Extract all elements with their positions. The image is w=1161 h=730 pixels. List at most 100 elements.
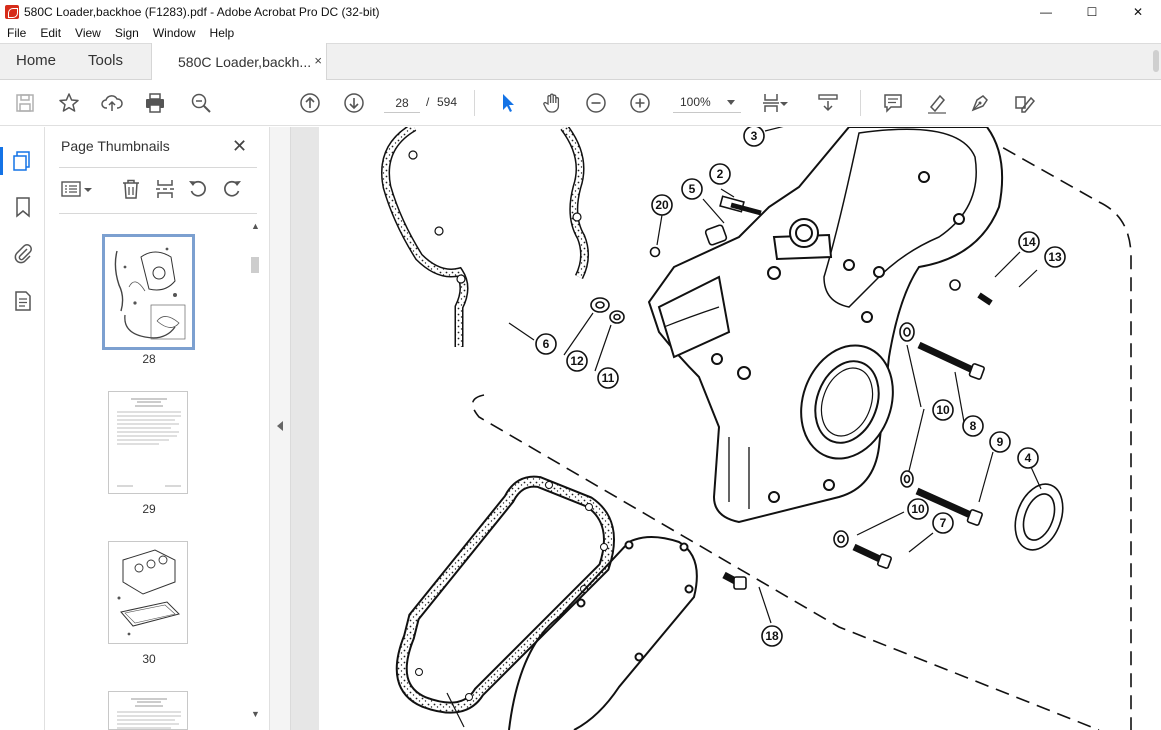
- scroll-thumb[interactable]: [251, 257, 259, 273]
- comment-icon[interactable]: [881, 91, 905, 115]
- svg-text:14: 14: [1022, 235, 1036, 249]
- menu-window[interactable]: Window: [146, 26, 203, 40]
- minimize-button[interactable]: —: [1023, 0, 1069, 23]
- zoom-select[interactable]: 100%: [673, 93, 741, 113]
- attachment-icon[interactable]: [11, 241, 35, 265]
- fill-sign-icon[interactable]: [1012, 91, 1036, 115]
- close-window-button[interactable]: ✕: [1115, 0, 1161, 23]
- tab-bar: Home Tools 580C Loader,backh... ×: [0, 43, 1161, 81]
- tab-document[interactable]: 580C Loader,backh... ×: [151, 43, 327, 81]
- fit-dropdown-chevron-icon[interactable]: [778, 91, 790, 115]
- left-navigation-rail: [0, 127, 45, 730]
- svg-text:4: 4: [1025, 451, 1032, 465]
- toolbar-divider: [474, 90, 475, 116]
- tab-home[interactable]: Home: [16, 52, 56, 69]
- upper-gasket: [381, 127, 589, 347]
- callout-7: 7: [932, 512, 954, 534]
- draw-pen-icon[interactable]: [968, 91, 992, 115]
- save-icon[interactable]: [13, 91, 37, 115]
- page-number-input[interactable]: [384, 93, 420, 113]
- scroll-down-icon[interactable]: ▼: [251, 709, 260, 719]
- callout-4: 4: [1017, 447, 1039, 469]
- callout-3: 3: [743, 127, 765, 147]
- rotate-counterclockwise-icon[interactable]: [186, 177, 210, 201]
- page-thumbnail-31[interactable]: [108, 691, 188, 730]
- thumbnail-drawing: [105, 237, 192, 347]
- star-icon[interactable]: [57, 91, 81, 115]
- title-bar: 580C Loader,backhoe (F1283).pdf - Adobe …: [0, 0, 1161, 23]
- zoom-value: 100%: [680, 95, 711, 109]
- rotate-clockwise-icon[interactable]: [220, 177, 244, 201]
- options-menu-icon[interactable]: [59, 177, 95, 201]
- callout-11: 11: [597, 367, 619, 389]
- select-pointer-icon[interactable]: [496, 91, 520, 115]
- document-viewer[interactable]: 3 2 5 20 6 12 11 14 13 10 8 9 4 10 7 18: [291, 127, 1161, 730]
- close-tab-icon[interactable]: ×: [314, 53, 322, 68]
- menu-view[interactable]: View: [68, 26, 108, 40]
- callout-5: 5: [681, 178, 703, 200]
- insert-page-icon[interactable]: [153, 177, 177, 201]
- menu-sign[interactable]: Sign: [108, 26, 146, 40]
- svg-text:5: 5: [689, 182, 696, 196]
- svg-text:8: 8: [970, 419, 977, 433]
- thumbnail-drawing: [109, 692, 187, 729]
- callout-9: 9: [989, 431, 1011, 453]
- callout-6: 6: [535, 333, 557, 355]
- menu-edit[interactable]: Edit: [33, 26, 68, 40]
- page-total: 594: [437, 95, 458, 109]
- highlight-pen-icon[interactable]: [925, 91, 949, 115]
- exploded-parts-diagram: 3 2 5 20 6 12 11 14 13 10 8 9 4 10 7 18: [381, 127, 1132, 730]
- page-thumbnails-panel: Page Thumbnails ✕ 28 29 30 ▲ ▼: [45, 127, 270, 730]
- collapse-panel-icon[interactable]: [277, 421, 283, 431]
- menu-file[interactable]: File: [0, 26, 33, 40]
- toolbar-divider: [860, 90, 861, 116]
- document-properties-icon[interactable]: [11, 289, 35, 313]
- callout-18: 18: [761, 625, 783, 647]
- zoom-out-icon[interactable]: [584, 91, 608, 115]
- bookmark-icon[interactable]: [11, 195, 35, 219]
- document-tab-label: 580C Loader,backh...: [178, 54, 312, 70]
- delete-page-icon[interactable]: [119, 177, 143, 201]
- scroll-mode-icon[interactable]: [816, 91, 840, 115]
- thumbnail-scrollbar[interactable]: ▲ ▼: [248, 219, 262, 725]
- zoom-search-icon[interactable]: [189, 91, 213, 115]
- print-icon[interactable]: [143, 91, 167, 115]
- zoom-in-icon[interactable]: [628, 91, 652, 115]
- page-thumbnail-28[interactable]: [102, 234, 195, 350]
- thumbnail-drawing: [109, 392, 187, 493]
- main-toolbar: / 594 100%: [0, 80, 1161, 126]
- thumbnail-drawing: [109, 542, 187, 643]
- panel-splitter[interactable]: [270, 127, 291, 730]
- callout-8: 8: [962, 415, 984, 437]
- page-thumbnails-icon[interactable]: [11, 149, 35, 173]
- svg-text:3: 3: [751, 129, 758, 143]
- svg-text:11: 11: [602, 371, 615, 385]
- svg-text:7: 7: [940, 516, 947, 530]
- page-thumbnail-29[interactable]: [108, 391, 188, 494]
- thumbnail-label: 28: [142, 352, 156, 366]
- page-separator: /: [426, 95, 430, 109]
- page-thumbnail-30[interactable]: [108, 541, 188, 644]
- svg-text:10: 10: [936, 403, 950, 417]
- menu-help[interactable]: Help: [203, 26, 242, 40]
- svg-text:9: 9: [997, 435, 1004, 449]
- panel-divider: [59, 167, 257, 168]
- svg-text:12: 12: [570, 354, 584, 368]
- scroll-up-icon[interactable]: ▲: [251, 221, 260, 231]
- maximize-button[interactable]: ☐: [1069, 0, 1115, 23]
- tab-tools[interactable]: Tools: [88, 52, 123, 69]
- acrobat-app-icon: [5, 4, 19, 19]
- close-panel-icon[interactable]: ✕: [232, 136, 247, 157]
- callout-13: 13: [1044, 246, 1066, 268]
- cloud-upload-icon[interactable]: [100, 91, 124, 115]
- pdf-page: 3 2 5 20 6 12 11 14 13 10 8 9 4 10 7 18: [319, 127, 1161, 730]
- panel-divider: [59, 213, 257, 214]
- svg-text:20: 20: [655, 198, 669, 212]
- page-up-icon[interactable]: [298, 91, 322, 115]
- page-down-icon[interactable]: [342, 91, 366, 115]
- hand-icon[interactable]: [540, 91, 564, 115]
- callout-12: 12: [566, 350, 588, 372]
- svg-text:6: 6: [543, 337, 550, 351]
- tabbar-scroll-handle[interactable]: [1153, 50, 1159, 72]
- chevron-down-icon: [727, 100, 735, 105]
